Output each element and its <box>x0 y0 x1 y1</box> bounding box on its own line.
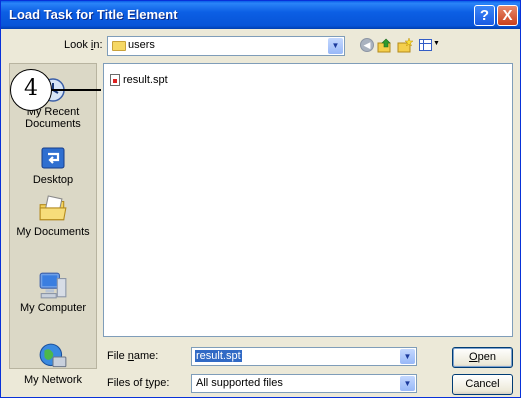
back-arrow-icon: ◀ <box>360 38 374 52</box>
look-in-label: Look in: <box>64 39 103 51</box>
file-list[interactable]: result.spt <box>103 63 513 337</box>
callout-number: 4 <box>10 69 52 111</box>
places-item-my-documents[interactable]: My Documents <box>10 194 96 238</box>
chevron-down-icon[interactable]: ▼ <box>328 38 343 54</box>
places-item-desktop[interactable]: Desktop <box>10 144 96 186</box>
callout-leader-line <box>51 89 101 91</box>
title-bar[interactable]: Load Task for Title Element ? X <box>1 1 520 29</box>
new-folder-button[interactable] <box>397 37 414 54</box>
up-folder-icon <box>377 38 391 53</box>
my-computer-icon <box>39 272 67 299</box>
file-name-label: result.spt <box>123 74 168 86</box>
new-folder-icon <box>397 37 414 53</box>
open-button[interactable]: Open <box>452 347 513 368</box>
help-button[interactable]: ? <box>474 5 495 26</box>
desktop-icon <box>41 147 65 169</box>
file-type-label: Files of type: <box>107 377 170 389</box>
chevron-down-icon[interactable]: ▼ <box>400 376 415 391</box>
file-name-label-text: File name: <box>107 350 159 362</box>
my-documents-icon <box>39 195 67 221</box>
places-item-my-computer[interactable]: My Computer <box>10 270 96 314</box>
look-in-value: users <box>128 39 155 51</box>
views-menu-button[interactable]: ▼ <box>419 38 449 54</box>
up-one-level-button[interactable] <box>377 38 393 54</box>
file-name-value: result.spt <box>195 350 242 362</box>
file-type-dropdown[interactable]: All supported files ▼ <box>191 374 417 393</box>
my-network-icon <box>39 343 67 368</box>
list-item[interactable]: result.spt <box>110 74 168 87</box>
folder-icon <box>112 41 126 51</box>
back-button[interactable]: ◀ <box>360 38 376 54</box>
look-in-dropdown[interactable]: users ▼ <box>107 36 345 56</box>
cancel-button[interactable]: Cancel <box>452 374 513 395</box>
load-task-dialog: Load Task for Title Element ? X Look in:… <box>0 0 521 398</box>
chevron-down-icon[interactable]: ▼ <box>400 349 415 364</box>
file-name-field[interactable]: result.spt ▼ <box>191 347 417 366</box>
spt-file-icon <box>110 74 120 87</box>
file-type-value: All supported files <box>196 377 283 389</box>
views-menu-icon <box>419 39 432 51</box>
close-button[interactable]: X <box>497 5 518 26</box>
dropdown-arrow-icon: ▼ <box>433 40 440 47</box>
dialog-title: Load Task for Title Element <box>9 7 178 22</box>
places-item-my-network[interactable]: My Network <box>10 342 96 386</box>
